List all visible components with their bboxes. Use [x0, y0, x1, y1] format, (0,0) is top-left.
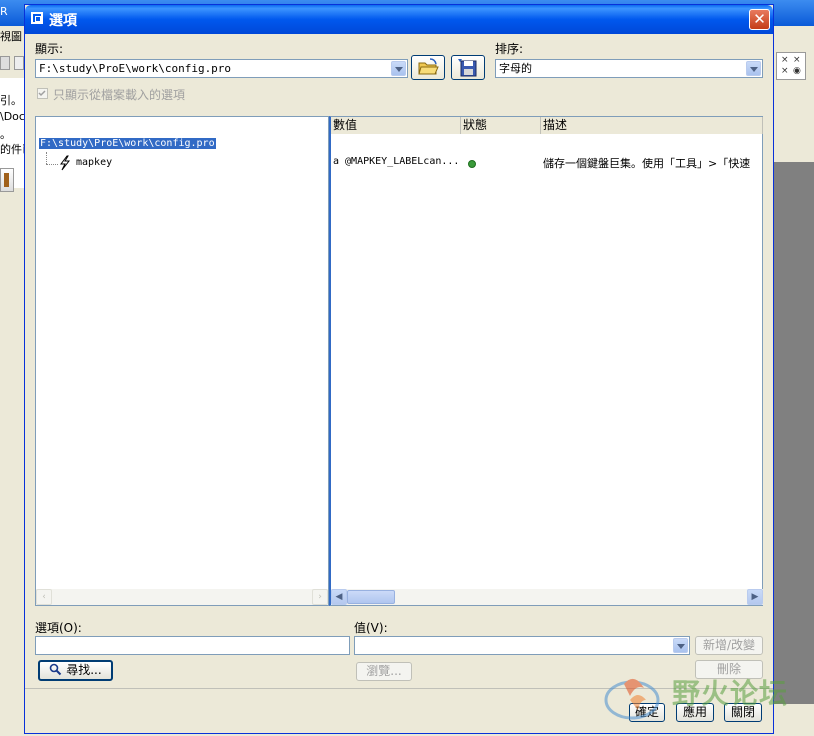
show-label: 顯示:	[35, 42, 64, 56]
sort-label: 排序:	[495, 42, 524, 56]
options-table-panel[interactable]: 數值 狀態 描述 a @MAPKEY_LABELcan... 儲存一個鍵盤巨集。…	[329, 116, 763, 606]
row-description-cell: 儲存一個鍵盤巨集。使用「工具」>「快速	[543, 157, 751, 170]
background-left-text: 引。	[0, 94, 22, 107]
config-tree-panel[interactable]: F:\study\ProE\work\config.pro mapkey ‹ ›	[35, 116, 329, 606]
background-title-fragment: R	[0, 5, 8, 18]
chevron-down-icon[interactable]	[746, 61, 761, 76]
open-folder-icon	[418, 58, 439, 75]
scroll-left-icon[interactable]: ‹	[36, 589, 52, 605]
column-header-description[interactable]: 描述	[541, 117, 763, 134]
watermark-text: 野火论坛	[672, 677, 789, 710]
background-left-text: 。	[0, 128, 11, 141]
chevron-down-icon[interactable]	[391, 61, 406, 76]
show-file-value: F:\study\ProE\work\config.pro	[39, 62, 232, 75]
find-button-label: 尋找...	[66, 663, 102, 677]
value-select[interactable]	[354, 636, 690, 655]
tree-connector	[46, 164, 58, 166]
open-file-button[interactable]	[411, 55, 445, 80]
value-label: 值(V):	[354, 621, 388, 635]
browse-button[interactable]: 瀏覽...	[356, 662, 412, 681]
tree-root-node[interactable]: F:\study\ProE\work\config.pro	[39, 138, 216, 149]
row-value-cell: a @MAPKEY_LABELcan...	[333, 156, 460, 167]
tree-horizontal-scrollbar[interactable]: ‹ ›	[36, 589, 328, 605]
check-icon	[38, 90, 46, 97]
add-change-button[interactable]: 新增/改變	[695, 636, 763, 655]
option-label: 選項(O):	[35, 621, 82, 635]
close-icon[interactable]: ✕	[749, 9, 770, 30]
mapkey-lightning-icon	[60, 155, 71, 171]
scroll-left-icon[interactable]: ◀	[331, 589, 347, 605]
background-right-gray	[772, 162, 814, 736]
sort-value: 字母的	[499, 62, 532, 75]
table-horizontal-scrollbar[interactable]: ◀ ▶	[331, 589, 763, 605]
background-toolbar-fragment	[0, 50, 24, 76]
find-button[interactable]: 尋找...	[38, 660, 113, 681]
sort-select[interactable]: 字母的	[495, 59, 763, 78]
window-icon	[31, 12, 43, 24]
status-active-icon	[468, 160, 476, 168]
scroll-right-icon[interactable]: ▶	[747, 589, 763, 605]
save-file-button[interactable]	[451, 55, 485, 80]
chevron-down-icon[interactable]	[673, 638, 688, 653]
scrollbar-thumb[interactable]	[347, 590, 395, 604]
save-disk-icon	[458, 59, 477, 77]
background-left-text: \Doc	[0, 110, 25, 123]
tree-child-mapkey[interactable]: mapkey	[76, 157, 112, 168]
scroll-right-icon[interactable]: ›	[312, 589, 328, 605]
option-input[interactable]	[35, 636, 350, 655]
table-row[interactable]: a @MAPKEY_LABELcan... 儲存一個鍵盤巨集。使用「工具」>「快…	[331, 153, 763, 171]
show-file-select[interactable]: F:\study\ProE\work\config.pro	[35, 59, 408, 78]
background-left-text: 的件已	[0, 143, 26, 156]
dialog-title: 選項	[49, 13, 77, 29]
watermark-logo-icon	[604, 678, 660, 720]
only-loaded-checkbox[interactable]	[37, 88, 48, 99]
only-loaded-checkbox-label: 只顯示從檔案載入的選項	[53, 88, 186, 102]
search-icon	[50, 663, 62, 676]
background-menu-fragment: 視圖	[0, 30, 22, 43]
column-header-status[interactable]: 狀態	[461, 117, 541, 134]
tree-connector	[46, 152, 48, 164]
background-xyz-icon: × × × ◉	[776, 52, 806, 80]
options-dialog: 選項 ✕ 顯示: F:\study\ProE\work\config.pro 排…	[24, 4, 774, 734]
background-tool-icon	[0, 168, 14, 192]
column-header-value[interactable]: 數值	[331, 117, 461, 134]
forum-watermark: 野火论坛	[602, 668, 810, 732]
dialog-titlebar[interactable]: 選項 ✕	[25, 5, 773, 34]
tree-header	[36, 117, 328, 134]
